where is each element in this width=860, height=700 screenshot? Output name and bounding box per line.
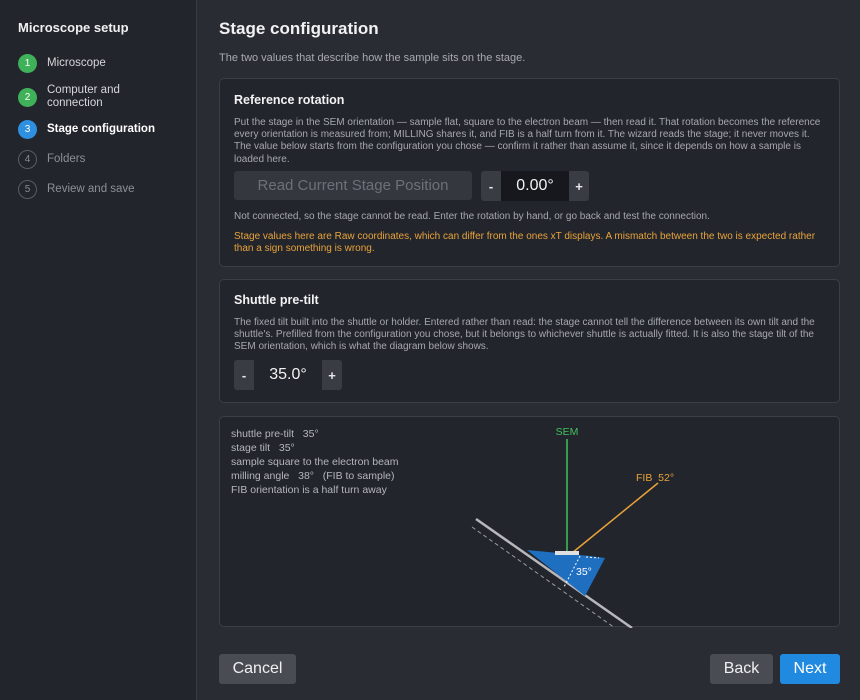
step-label: Computer and connection — [47, 84, 120, 109]
step-number: 1 — [18, 54, 37, 73]
shuttle-shape — [527, 550, 605, 596]
rotation-value-input[interactable]: 0.00° — [501, 171, 569, 201]
page-subtitle: The two values that describe how the sam… — [219, 52, 526, 64]
reference-rotation-title: Reference rotation — [234, 93, 345, 107]
not-connected-note: Not connected, so the stage cannot be re… — [234, 211, 710, 222]
back-button[interactable]: Back — [710, 654, 773, 684]
sem-label: SEM — [556, 426, 579, 438]
shuttle-pretilt-title: Shuttle pre-tilt — [234, 293, 319, 307]
shuttle-pretilt-card: Shuttle pre-tilt The fixed tilt built in… — [219, 279, 840, 403]
pretilt-decrement-button[interactable]: - — [234, 360, 254, 390]
sidebar-step-review-save[interactable]: 5 Review and save — [18, 180, 135, 199]
read-stage-position-button[interactable]: Read Current Stage Position — [234, 171, 472, 200]
step-number: 4 — [18, 150, 37, 169]
rotation-stepper: - 0.00° + — [481, 171, 589, 201]
sidebar: Microscope setup 1 Microscope 2 Computer… — [0, 0, 197, 700]
step-label: Folders — [47, 153, 86, 165]
pretilt-increment-button[interactable]: + — [322, 360, 342, 390]
shuttle-pretilt-description: The fixed tilt built into the shuttle or… — [234, 317, 815, 353]
stage-surface-line — [475, 517, 633, 628]
sample-rect — [555, 551, 579, 555]
pretilt-stepper: - 35.0° + — [234, 360, 342, 390]
sidebar-step-microscope[interactable]: 1 Microscope — [18, 54, 106, 73]
rotation-decrement-button[interactable]: - — [481, 171, 501, 201]
tilt-angle-label: 35° — [576, 566, 592, 578]
step-label: Review and save — [47, 183, 135, 195]
sidebar-step-folders[interactable]: 4 Folders — [18, 150, 85, 169]
sidebar-title: Microscope setup — [18, 20, 129, 35]
raw-coordinates-warning: Stage values here are Raw coordinates, w… — [234, 231, 816, 255]
step-label: Microscope — [47, 57, 106, 69]
rotation-increment-button[interactable]: + — [569, 171, 589, 201]
reference-rotation-card: Reference rotation Put the stage in the … — [219, 78, 840, 267]
step-number: 2 — [18, 87, 37, 107]
pretilt-value-input[interactable]: 35.0° — [254, 360, 322, 390]
fib-label: FIB 52° — [636, 472, 674, 484]
step-label: Stage configuration — [47, 123, 155, 135]
sidebar-step-stage-configuration[interactable]: 3 Stage configuration — [18, 120, 155, 139]
next-button[interactable]: Next — [780, 654, 840, 684]
step-number: 5 — [18, 180, 37, 199]
step-number: 3 — [18, 120, 37, 139]
cancel-button[interactable]: Cancel — [219, 654, 296, 684]
sidebar-step-computer-connection[interactable]: 2 Computer and connection — [18, 84, 157, 110]
fib-beam-line — [571, 482, 659, 554]
diagram-drawing: SEM FIB 52° 35° — [471, 426, 674, 628]
page-title: Stage configuration — [219, 19, 379, 38]
reference-rotation-description: Put the stage in the SEM orientation — s… — [234, 117, 821, 165]
orientation-diagram: shuttle pre-tilt 35° stage tilt 35° samp… — [219, 416, 840, 628]
